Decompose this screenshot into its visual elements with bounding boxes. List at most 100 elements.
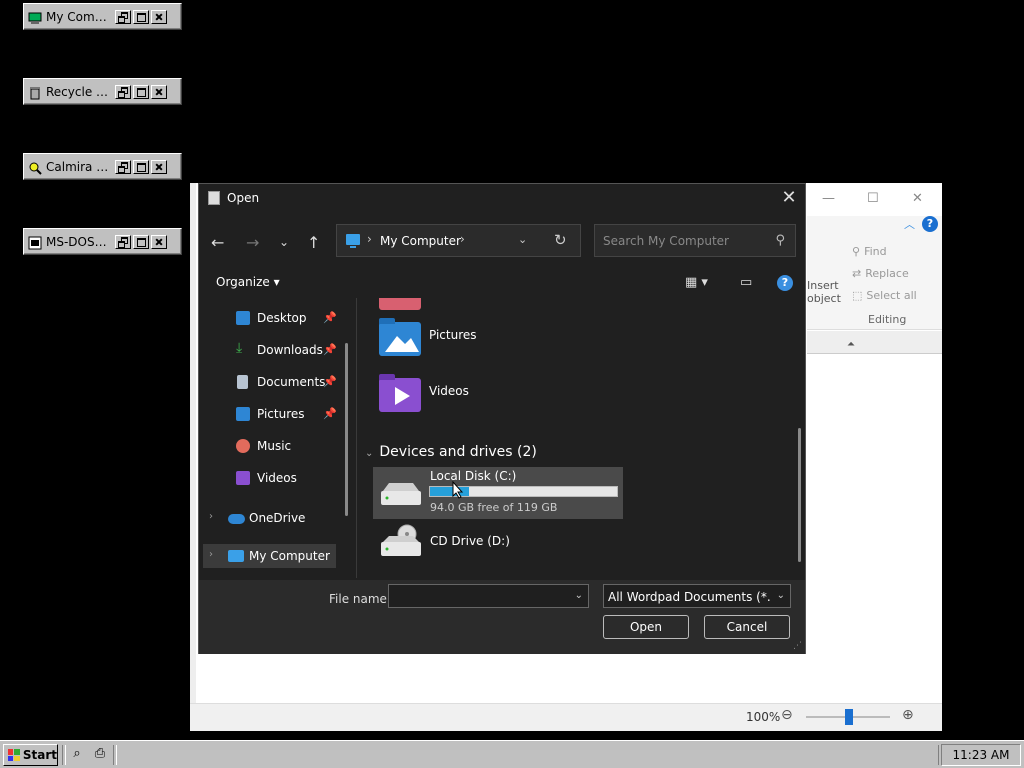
sidebar-item-label: Music — [257, 439, 292, 453]
pin-icon[interactable]: 📌 — [323, 375, 337, 388]
maximize-button[interactable] — [133, 234, 149, 249]
help-icon[interactable]: ? — [922, 216, 938, 232]
file-type-dropdown-chevron-icon[interactable]: ⌄ — [777, 590, 785, 601]
close-button[interactable] — [151, 84, 167, 99]
close-button[interactable] — [151, 159, 167, 174]
file-name-input[interactable]: ⌄ — [388, 584, 589, 608]
zoom-in-button[interactable]: ⊕ — [902, 707, 914, 723]
sidebar-item-downloads[interactable]: ⤓ Downloads 📌 — [199, 338, 349, 362]
cd-drive-icon — [381, 524, 421, 556]
minimized-window-calmira-explorer[interactable]: Calmira E... — [23, 153, 182, 180]
file-type-select[interactable]: All Wordpad Documents (*.rtf, ⌄ — [603, 584, 791, 608]
music-folder-icon[interactable] — [379, 298, 421, 310]
drive-item-c[interactable]: Local Disk (C:) 94.0 GB free of 119 GB — [373, 467, 623, 519]
collapse-ribbon-icon[interactable]: ︿ — [904, 216, 915, 232]
desktop-icon — [236, 311, 250, 325]
dialog-titlebar[interactable]: Open ✕ — [199, 184, 805, 213]
expand-chevron-icon[interactable]: › — [209, 549, 213, 560]
file-name-dropdown-chevron-icon[interactable]: ⌄ — [575, 590, 583, 601]
select-all-button[interactable]: ⬚ Select all — [852, 289, 917, 302]
ruler[interactable]: ⏶ — [807, 331, 942, 354]
folder-item-videos[interactable]: Videos — [379, 374, 579, 420]
address-dropdown-chevron-icon[interactable]: ⌄ — [518, 233, 527, 246]
collapse-chevron-icon[interactable]: ⌄ — [365, 448, 373, 459]
breadcrumb-chevron-icon[interactable]: › — [460, 232, 465, 246]
find-button[interactable]: ⚲ Find — [852, 245, 887, 258]
forward-arrow-icon[interactable]: → — [246, 233, 259, 252]
close-button[interactable] — [151, 234, 167, 249]
sidebar-item-label: My Computer — [249, 549, 330, 563]
organize-button[interactable]: Organize ▾ — [216, 275, 280, 289]
recent-locations-chevron-icon[interactable]: ⌄ — [279, 235, 289, 249]
expand-chevron-icon[interactable]: › — [209, 511, 213, 522]
replace-button[interactable]: ⇄ Replace — [852, 267, 909, 280]
back-arrow-icon[interactable]: ← — [211, 233, 224, 252]
minimized-window-my-computer[interactable]: My Comp... — [23, 3, 182, 30]
restore-button[interactable] — [115, 159, 131, 174]
sidebar-item-pictures[interactable]: Pictures 📌 — [199, 402, 349, 426]
devices-group-header[interactable]: ⌄ Devices and drives (2) — [365, 444, 537, 460]
restore-button[interactable] — [115, 234, 131, 249]
maximize-button[interactable]: ☐ — [867, 191, 879, 206]
preview-pane-icon[interactable]: ▭ — [740, 275, 752, 290]
sidebar-item-music[interactable]: Music — [199, 434, 349, 458]
minimize-button[interactable]: — — [822, 191, 835, 206]
zoom-out-button[interactable]: ⊖ — [781, 707, 793, 723]
close-button[interactable]: ✕ — [912, 191, 923, 206]
insert-object-button[interactable]: Insert object — [807, 245, 841, 305]
minimized-window-ms-dos[interactable]: MS-DOS P... — [23, 228, 182, 255]
address-bar[interactable]: › My Computer › ⌄ ↻ — [336, 224, 581, 257]
sidebar-item-desktop[interactable]: Desktop 📌 — [199, 306, 349, 330]
minimized-window-recycle-bin[interactable]: Recycle Bin — [23, 78, 182, 105]
maximize-button[interactable] — [133, 9, 149, 24]
sidebar-item-label: Pictures — [257, 407, 305, 421]
restore-button[interactable] — [115, 84, 131, 99]
resize-grip-icon[interactable]: ⋰ — [793, 641, 802, 651]
close-button[interactable] — [151, 9, 167, 24]
computer-icon — [346, 234, 360, 248]
explorer-icon[interactable]: ⌕ — [68, 746, 86, 762]
open-dialog: Open ✕ ← → ⌄ ↑ › My Computer › ⌄ ↻ Searc… — [198, 183, 806, 654]
help-icon[interactable]: ? — [777, 275, 793, 291]
pictures-icon — [236, 407, 250, 421]
file-type-value: All Wordpad Documents (*.rtf, — [608, 590, 770, 604]
sidebar-item-my-computer[interactable]: › My Computer — [203, 544, 336, 568]
system-clock[interactable]: 11:23 AM — [941, 744, 1021, 766]
indent-marker-icon[interactable]: ⏶ — [847, 339, 855, 350]
close-icon[interactable]: ✕ — [779, 188, 799, 208]
start-button[interactable]: Start — [3, 744, 58, 766]
windows-logo-icon — [8, 749, 20, 761]
pin-icon[interactable]: 📌 — [323, 407, 337, 420]
folder-item-pictures[interactable]: Pictures — [379, 318, 579, 364]
breadcrumb-my-computer[interactable]: My Computer — [380, 234, 461, 248]
breadcrumb-chevron-icon[interactable]: › — [367, 232, 372, 246]
up-arrow-icon[interactable]: ↑ — [307, 233, 320, 252]
maximize-button[interactable] — [133, 84, 149, 99]
printer-icon[interactable]: ⎙ — [91, 746, 109, 762]
drive-item-d[interactable]: CD Drive (D:) — [373, 522, 623, 566]
sidebar-scrollbar[interactable] — [345, 343, 348, 516]
search-icon[interactable]: ⚲ — [775, 233, 785, 248]
cancel-button[interactable]: Cancel — [704, 615, 790, 639]
sidebar-item-label: OneDrive — [249, 511, 306, 525]
sidebar-item-onedrive[interactable]: › OneDrive — [199, 506, 349, 530]
content-scrollbar[interactable] — [798, 428, 801, 562]
pin-icon[interactable]: 📌 — [323, 343, 337, 356]
computer-icon — [228, 550, 244, 562]
zoom-slider-thumb[interactable] — [845, 709, 853, 725]
music-icon — [236, 439, 250, 453]
maximize-button[interactable] — [133, 159, 149, 174]
drive-label: CD Drive (D:) — [430, 534, 510, 548]
insert-object-label: Insert object — [807, 279, 841, 305]
refresh-icon[interactable]: ↻ — [554, 231, 567, 249]
restore-button[interactable] — [115, 9, 131, 24]
minimized-window-title: My Comp... — [46, 9, 110, 24]
search-input[interactable]: Search My Computer ⚲ — [594, 224, 796, 257]
change-view-icon[interactable]: ▦ ▾ — [685, 275, 708, 290]
pin-icon[interactable]: 📌 — [323, 311, 337, 324]
drive-label: Local Disk (C:) — [430, 469, 517, 483]
sidebar-item-videos[interactable]: Videos — [199, 466, 349, 490]
sidebar-item-documents[interactable]: Documents 📌 — [199, 370, 349, 394]
open-button[interactable]: Open — [603, 615, 689, 639]
pane-splitter[interactable] — [356, 298, 357, 578]
